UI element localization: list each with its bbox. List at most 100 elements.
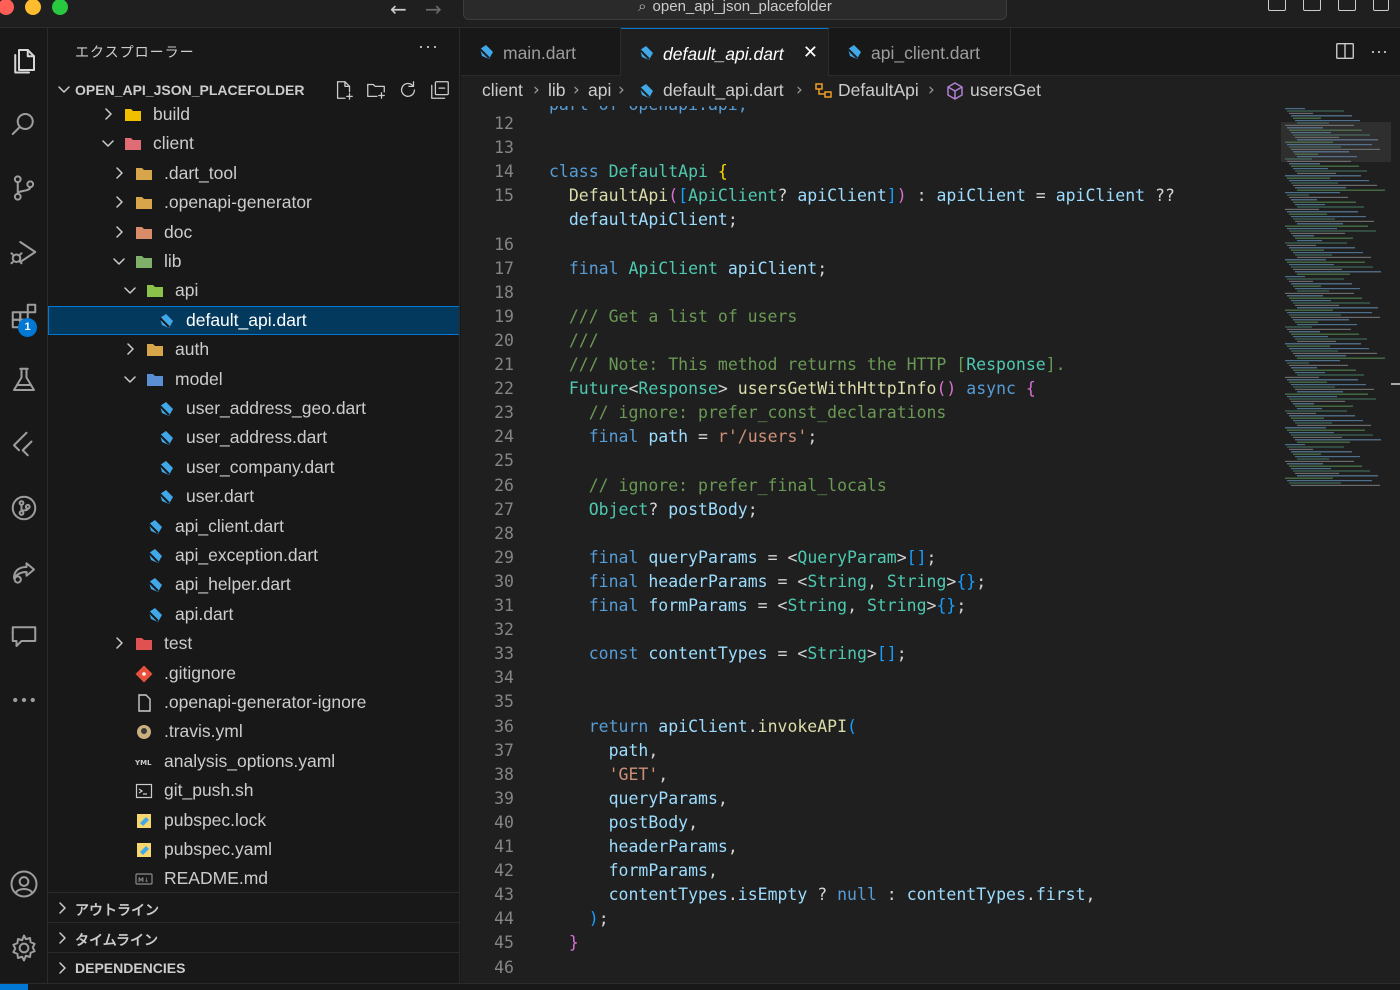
chevron-down-icon[interactable]	[111, 253, 127, 274]
tree-folder[interactable]: .openapi-generator	[48, 188, 459, 217]
account-icon[interactable]	[0, 860, 48, 908]
code-token: = <	[767, 571, 808, 591]
tree-file[interactable]: .gitignore	[48, 659, 459, 688]
new-folder-icon[interactable]	[365, 79, 387, 101]
tab-main-dart[interactable]: main.dart	[461, 28, 621, 76]
dependencies-section[interactable]: DEPENDENCIES	[48, 952, 459, 982]
code-token: )	[896, 186, 907, 206]
beaker-icon[interactable]	[0, 356, 48, 404]
run-debug-icon[interactable]	[0, 228, 48, 276]
tree-file[interactable]: YML analysis_options.yaml	[48, 747, 459, 776]
breadcrumb-item[interactable]: DefaultApi	[838, 80, 919, 101]
explorer-more-actions[interactable]: ···	[418, 36, 439, 57]
gear-icon[interactable]	[0, 924, 48, 972]
toggle-secondary-sidebar-icon[interactable]	[1338, 0, 1356, 11]
minimap-viewport[interactable]	[1281, 122, 1391, 162]
tree-folder[interactable]: doc	[48, 218, 459, 247]
search-icon[interactable]	[0, 100, 48, 148]
toggle-primary-sidebar-icon[interactable]	[1268, 0, 1286, 11]
tree-folder[interactable]: api	[48, 276, 459, 305]
chevron-right-icon[interactable]	[100, 106, 116, 127]
minimap-line	[1293, 453, 1321, 455]
tree-folder[interactable]: test	[48, 629, 459, 658]
chevron-right-icon[interactable]	[111, 194, 127, 215]
tree-file[interactable]: user_address_geo.dart	[48, 394, 459, 423]
tab-default-api-dart[interactable]: default_api.dart ✕	[621, 28, 829, 77]
line-number: 34	[494, 668, 514, 688]
collapse-all-icon[interactable]	[429, 79, 451, 101]
command-center-search[interactable]: ⌕ open_api_json_placefolder	[463, 0, 1007, 20]
tree-file[interactable]: .travis.yml	[48, 717, 459, 746]
folder-icon	[135, 224, 153, 241]
minimap-line	[1295, 321, 1318, 323]
tree-file[interactable]: api.dart	[48, 600, 459, 629]
arrow-left-icon[interactable]: ←	[390, 0, 407, 21]
chevron-right-icon[interactable]	[111, 165, 127, 186]
minimap-line	[1289, 381, 1327, 383]
chevron-down-icon[interactable]	[100, 135, 116, 156]
breadcrumb-item[interactable]: api	[588, 80, 611, 101]
tab-api-client-dart[interactable]: api_client.dart	[829, 28, 1011, 76]
arrow-right-icon[interactable]: →	[425, 0, 442, 21]
minimap-line	[1293, 420, 1363, 422]
minimap-line	[1291, 434, 1373, 436]
new-file-icon[interactable]	[333, 79, 355, 101]
chevron-down-icon	[56, 81, 72, 102]
tree-file[interactable]: git_push.sh	[48, 776, 459, 805]
extensions-icon[interactable]: 1	[0, 292, 48, 340]
flutter-icon[interactable]	[0, 420, 48, 468]
source-control-icon[interactable]	[0, 164, 48, 212]
tree-folder[interactable]: model	[48, 365, 459, 394]
tree-file[interactable]: api_client.dart	[48, 512, 459, 541]
minimap-line	[1289, 247, 1355, 249]
tree-file[interactable]: default_api.dart	[48, 305, 459, 335]
tree-file[interactable]: api_exception.dart	[48, 541, 459, 570]
chevron-right-icon: ›	[533, 80, 540, 100]
tree-folder[interactable]: auth	[48, 335, 459, 364]
breadcrumb-item[interactable]: client	[482, 80, 523, 101]
tree-file[interactable]: pubspec.lock	[48, 806, 459, 835]
more-actions-icon[interactable]: ···	[1370, 41, 1388, 61]
tree-file[interactable]: user_address.dart	[48, 423, 459, 452]
close-icon[interactable]: ✕	[803, 42, 818, 63]
refresh-icon[interactable]	[397, 79, 419, 101]
live-share-icon[interactable]	[0, 548, 48, 596]
minimap[interactable]	[1281, 106, 1391, 983]
zoom-window-button[interactable]	[52, 0, 68, 15]
comments-icon[interactable]	[0, 612, 48, 660]
timeline-section[interactable]: タイムライン	[48, 922, 459, 952]
files-icon[interactable]	[0, 36, 48, 84]
tree-folder[interactable]: lib	[48, 247, 459, 276]
tree-file[interactable]: M↓ README.md	[48, 864, 459, 893]
tree-file[interactable]: pubspec.yaml	[48, 835, 459, 864]
customize-layout-icon[interactable]	[1373, 0, 1389, 11]
breadcrumb-item[interactable]: usersGet	[970, 80, 1041, 101]
minimize-window-button[interactable]	[25, 0, 41, 15]
toggle-panel-icon[interactable]	[1303, 0, 1321, 11]
ellipsis-icon[interactable]	[0, 676, 48, 724]
chevron-right-icon[interactable]	[122, 341, 138, 362]
breadcrumb-item[interactable]: default_api.dart	[663, 80, 784, 101]
tree-file[interactable]: api_helper.dart	[48, 570, 459, 599]
minimap-line	[1293, 470, 1370, 472]
breadcrumb-item[interactable]: lib	[548, 80, 566, 101]
code-token: const	[588, 644, 649, 664]
chevron-right-icon[interactable]	[111, 635, 127, 656]
chevron-right-icon[interactable]	[111, 224, 127, 245]
tree-folder[interactable]: build	[48, 100, 459, 129]
close-window-button[interactable]	[0, 0, 14, 15]
remote-indicator[interactable]	[0, 984, 28, 990]
tree-folder[interactable]: client	[48, 129, 459, 158]
tree-file[interactable]: user_company.dart	[48, 453, 459, 482]
chevron-down-icon[interactable]	[122, 371, 138, 392]
split-editor-icon[interactable]	[1334, 40, 1356, 62]
code-editor[interactable]: part of openapi.api; 12 13 14 class Default…	[461, 106, 1281, 983]
tree-file[interactable]: .openapi-generator-ignore	[48, 688, 459, 717]
tree-folder[interactable]: .dart_tool	[48, 159, 459, 188]
chevron-down-icon[interactable]	[122, 282, 138, 303]
git-graph-icon[interactable]	[0, 484, 48, 532]
outline-section[interactable]: アウトライン	[48, 892, 459, 922]
tree-file[interactable]: user.dart	[48, 482, 459, 511]
